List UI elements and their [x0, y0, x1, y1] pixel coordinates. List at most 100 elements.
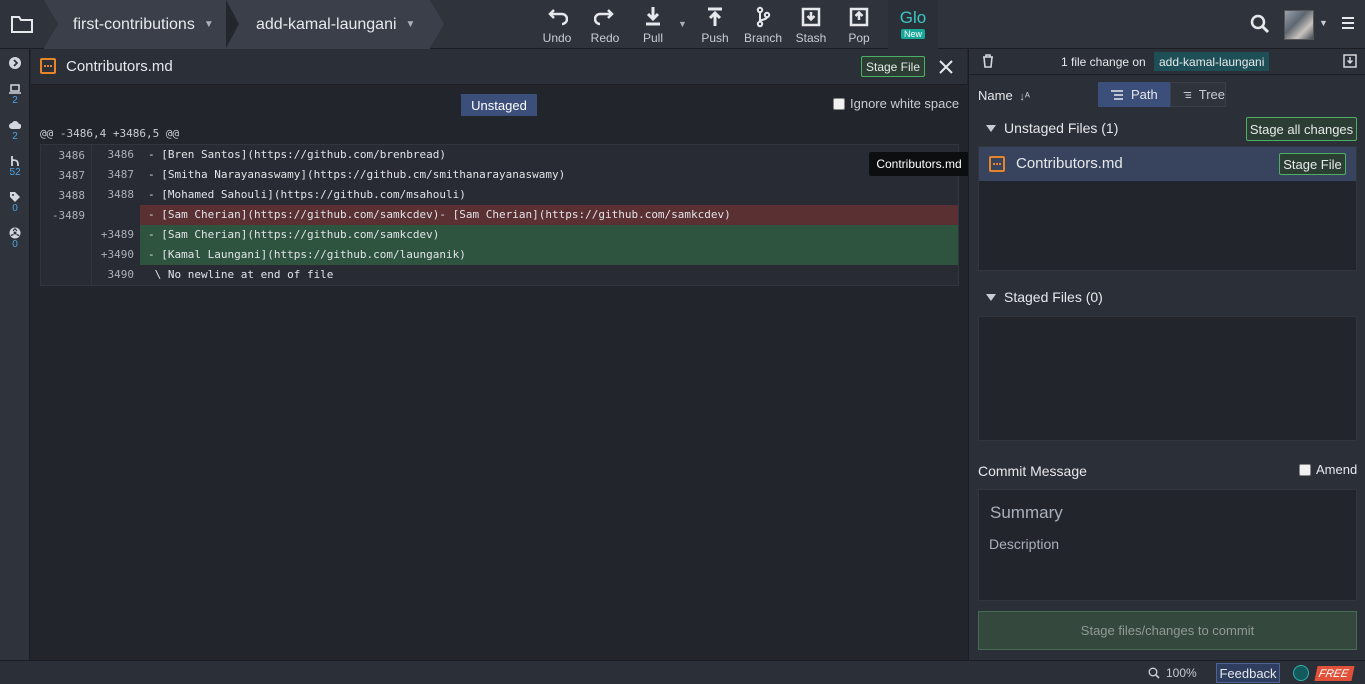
- submodule-count: 0: [12, 239, 18, 250]
- stage-file-button[interactable]: Stage File: [861, 56, 925, 77]
- diff-line-content: - [Sam Cherian](https://github.com/samkc…: [140, 205, 958, 225]
- feedback-button[interactable]: Feedback: [1216, 663, 1280, 683]
- current-branch-badge: add-kamal-laungani: [1154, 52, 1270, 71]
- commit-button[interactable]: Stage files/changes to commit: [978, 611, 1357, 650]
- pop-button[interactable]: Pop: [835, 6, 883, 46]
- diff-filename: Contributors.md: [66, 58, 173, 75]
- stash-label: Stash: [795, 31, 827, 45]
- diff-line-content: - [Mohamed Sahouli](https://github.com/m…: [140, 185, 958, 205]
- staged-title: Staged Files (0): [1004, 289, 1103, 305]
- collapse-triangle-icon: [986, 293, 996, 301]
- diff-line-text: - [Sam Cherian](https://github.com/samkc…: [148, 228, 440, 241]
- diff-line-text: - [Sam Cherian](https://github.com/samkc…: [148, 208, 731, 221]
- diff-line: 3486 3486 - [Bren Santos](https://github.c…: [41, 145, 958, 165]
- push-button[interactable]: Push: [691, 6, 739, 46]
- branch-button[interactable]: Branch: [739, 6, 787, 46]
- push-icon: [708, 7, 722, 26]
- push-label: Push: [701, 31, 729, 45]
- sort-by-name[interactable]: Name ↓ᴬ: [978, 88, 1030, 103]
- redo-icon: [594, 9, 614, 26]
- staged-files-header[interactable]: Staged Files (0): [986, 289, 1103, 305]
- commit-summary-input[interactable]: Summary: [990, 503, 1063, 523]
- diff-line-content: - [Bren Santos](https://github.com/brenb…: [140, 145, 958, 165]
- pull-options-chevron-icon[interactable]: ▼: [678, 19, 687, 29]
- redo-label: Redo: [590, 31, 620, 45]
- diff-line-text: - [Smitha Narayanaswamy](https://github.…: [148, 168, 566, 181]
- close-icon[interactable]: [937, 58, 955, 76]
- pull-icon: [646, 7, 660, 26]
- repo-name: first-contributions: [73, 15, 195, 33]
- diff-line: -3489 - [Sam Cherian](https://github.com/…: [41, 205, 958, 225]
- plan-badge[interactable]: FREE: [1314, 666, 1355, 681]
- stage-file-row-button[interactable]: Stage File: [1279, 153, 1346, 175]
- new-line-number: +3489: [91, 225, 140, 245]
- pull-request-icon: [11, 156, 19, 167]
- amend-checkbox[interactable]: [1299, 463, 1311, 476]
- cloud-icon: [9, 121, 21, 129]
- glo-button[interactable]: Glo New: [888, 0, 938, 49]
- zoom-control[interactable]: 100%: [1148, 666, 1197, 680]
- diff-line: 3487 3487 - [Smitha Narayanaswamy](https:/…: [41, 165, 958, 185]
- diff-line-content: \ No newline at end of file: [140, 265, 958, 285]
- file-modified-icon: [989, 156, 1005, 172]
- top-toolbar: first-contributions ▼ add-kamal-laungani…: [0, 0, 1365, 49]
- old-line-number: 3488: [58, 188, 86, 202]
- diff-line-content: - [Kamal Laungani](https://github.com/la…: [140, 245, 958, 265]
- chevron-right-circle-icon: [9, 57, 21, 69]
- pull-button[interactable]: Pull: [629, 6, 677, 46]
- undo-icon: [548, 9, 568, 26]
- branch-icon: [756, 6, 771, 28]
- diff-header: Contributors.md Stage File: [31, 49, 967, 85]
- search-icon[interactable]: [1250, 14, 1270, 34]
- stage-all-changes-button[interactable]: Stage all changes: [1246, 117, 1357, 141]
- rail-local-branches[interactable]: 2: [0, 83, 30, 106]
- branch-name: add-kamal-laungani: [256, 15, 397, 33]
- gitkraken-icon[interactable]: [1293, 665, 1309, 681]
- zoom-icon: [1148, 667, 1160, 679]
- diff-line: +3489 - [Sam Cherian](https://github.com/…: [41, 225, 958, 245]
- undo-button[interactable]: Undo: [533, 6, 581, 46]
- repo-selector[interactable]: first-contributions ▼: [44, 0, 230, 49]
- amend-toggle[interactable]: Amend: [1299, 462, 1357, 477]
- filename-tooltip: Contributors.md: [869, 152, 975, 176]
- chevron-down-icon[interactable]: ▼: [1319, 18, 1328, 28]
- branch-selector[interactable]: add-kamal-laungani ▼: [224, 0, 430, 49]
- trash-icon[interactable]: [981, 54, 995, 68]
- old-line-number: -3489: [51, 208, 85, 222]
- diff-line-text: - [Bren Santos](https://github.com/brenb…: [148, 148, 447, 161]
- folder-icon[interactable]: [8, 12, 36, 36]
- hunk-header: @@ -3486,4 +3486,5 @@: [40, 127, 180, 140]
- sort-label: Name: [978, 88, 1013, 103]
- avatar[interactable]: [1284, 10, 1314, 40]
- stash-button[interactable]: Stash: [787, 6, 835, 46]
- diff-line: 3490 \ No newline at end of file: [41, 265, 958, 285]
- new-line-number: 3487: [91, 165, 140, 185]
- hamburger-menu-icon[interactable]: [1341, 16, 1355, 30]
- ignore-whitespace-toggle[interactable]: Ignore white space: [833, 96, 959, 111]
- commit-description-input[interactable]: Description: [989, 536, 1059, 552]
- diff-line-content: - [Sam Cherian](https://github.com/samkc…: [140, 225, 958, 245]
- download-icon[interactable]: [1343, 54, 1357, 68]
- ignore-whitespace-label: Ignore white space: [850, 96, 960, 111]
- plan-label: FREE: [1317, 667, 1350, 680]
- old-line-number: 3487: [58, 168, 86, 182]
- local-count: 2: [12, 95, 18, 106]
- collapse-triangle-icon: [986, 124, 996, 132]
- unstaged-files-header[interactable]: Unstaged Files (1): [986, 120, 1118, 136]
- unstaged-file-row[interactable]: Contributors.md Stage File: [979, 147, 1356, 181]
- new-line-number: 3490: [91, 265, 140, 285]
- redo-button[interactable]: Redo: [581, 6, 629, 46]
- rail-submodules[interactable]: 0: [0, 227, 30, 250]
- rail-expand-button[interactable]: [0, 57, 30, 69]
- rail-pull-requests[interactable]: 52: [0, 155, 30, 178]
- change-summary: 1 file change on: [1061, 55, 1146, 69]
- rail-remotes[interactable]: 2: [0, 119, 30, 142]
- tree-view-button[interactable]: Tree: [1170, 82, 1226, 107]
- chevron-down-icon: ▼: [203, 19, 214, 30]
- branch-label: Branch: [743, 31, 783, 45]
- path-view-button[interactable]: Path: [1098, 82, 1170, 107]
- ignore-whitespace-checkbox[interactable]: [833, 97, 845, 110]
- pop-icon: [849, 7, 869, 27]
- rail-tags[interactable]: 0: [0, 191, 30, 214]
- new-line-number: 3488: [91, 185, 140, 205]
